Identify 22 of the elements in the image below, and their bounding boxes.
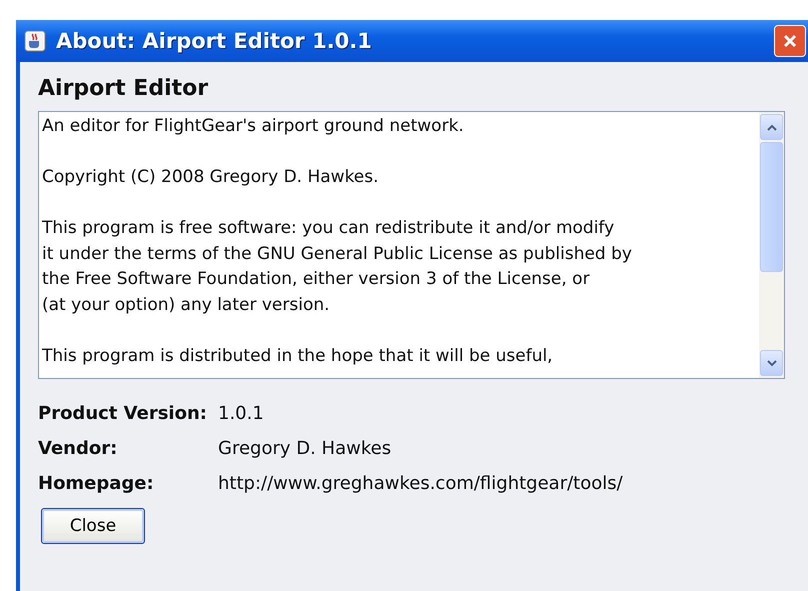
description-paragraph: This program is free software: you can redistribute it and/or modify it under the terms of the GNU General Public License as published by the Free Software Foundation, either version 3 of the License, or (at your option) any later version. bbox=[42, 217, 633, 316]
scroll-up-button[interactable] bbox=[760, 114, 783, 140]
description-paragraph: An editor for FlightGear's airport ground network. bbox=[42, 115, 465, 138]
info-value: 1.0.1 bbox=[218, 403, 265, 424]
close-dialog-button[interactable]: Close bbox=[41, 508, 145, 544]
info-value: Gregory D. Hawkes bbox=[218, 438, 392, 459]
vertical-scrollbar[interactable] bbox=[759, 112, 784, 378]
info-label: Vendor: bbox=[38, 438, 118, 459]
scroll-down-button[interactable] bbox=[760, 350, 783, 376]
chevron-up-icon bbox=[766, 124, 776, 130]
info-label: Product Version: bbox=[38, 403, 208, 424]
description-paragraph: Copyright (C) 2008 Gregory D. Hawkes. bbox=[42, 166, 380, 189]
info-value: http://www.greghawkes.com/flightgear/tools/ bbox=[218, 473, 623, 494]
chevron-down-icon bbox=[766, 360, 776, 366]
dialog-heading: Airport Editor bbox=[38, 76, 208, 101]
close-icon bbox=[782, 33, 798, 49]
scroll-thumb[interactable] bbox=[760, 142, 783, 272]
close-button[interactable] bbox=[774, 25, 806, 57]
window-title: About: Airport Editor 1.0.1 bbox=[56, 29, 373, 53]
coffee-cup-icon bbox=[24, 30, 46, 52]
description-paragraph: This program is distributed in the hope that it will be useful, bbox=[42, 344, 554, 368]
info-label: Homepage: bbox=[38, 473, 155, 494]
